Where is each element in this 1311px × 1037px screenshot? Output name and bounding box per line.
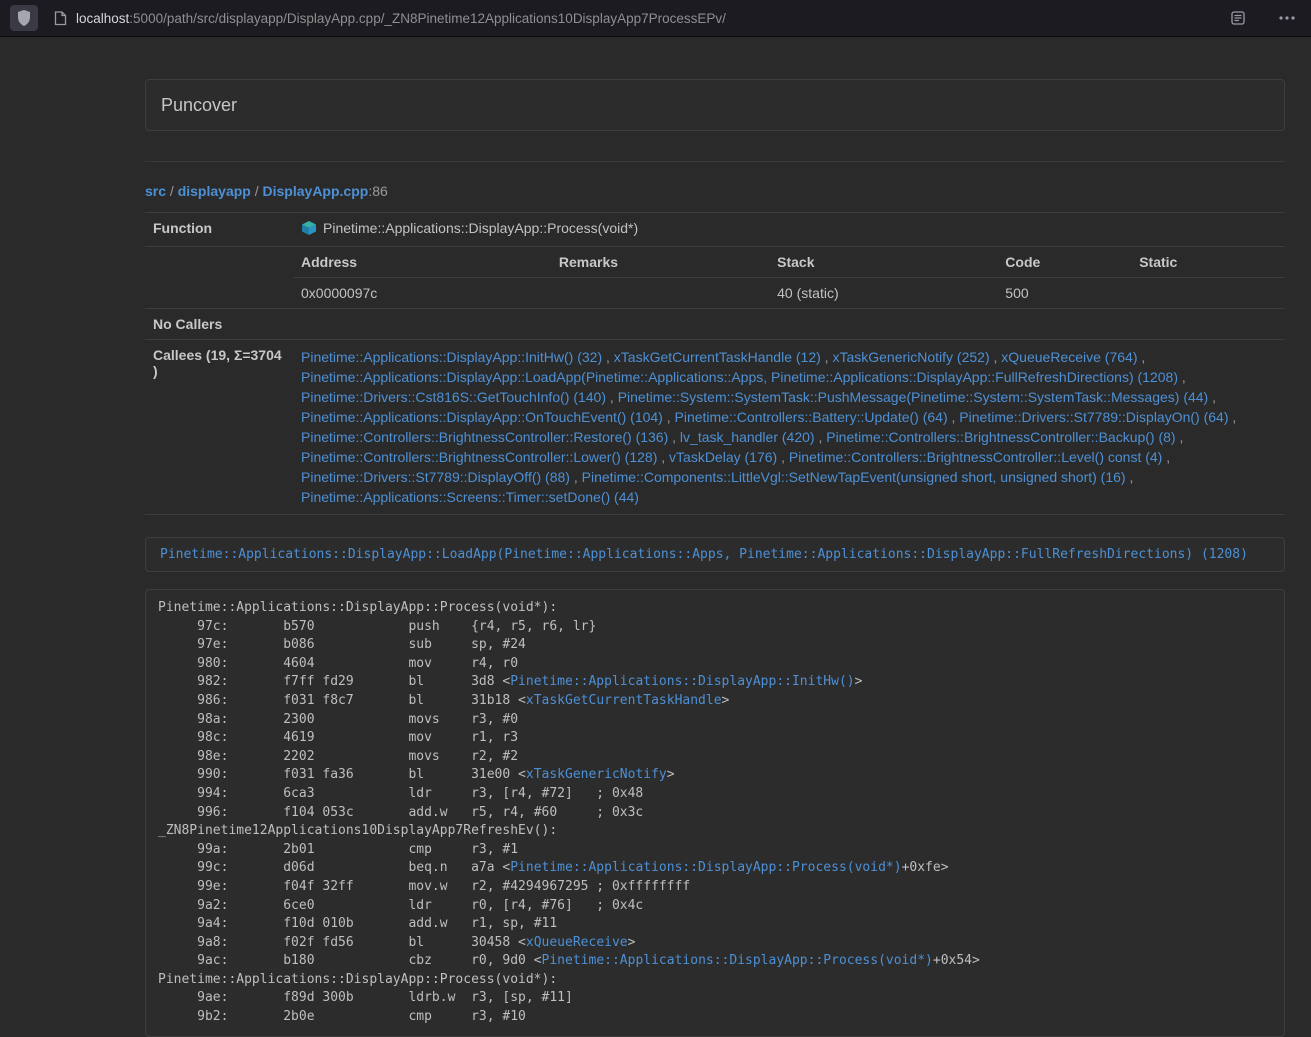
callee-link[interactable]: xTaskGetCurrentTaskHandle (12) — [614, 349, 821, 365]
callee-link[interactable]: Pinetime::Applications::DisplayApp::Init… — [301, 349, 602, 365]
function-table: Function Pinetime::Applications::Display… — [145, 212, 1285, 515]
breadcrumb: src / displayapp / DisplayApp.cpp:86 — [145, 183, 1285, 199]
callee-link[interactable]: Pinetime::Drivers::St7789::DisplayOn() (… — [959, 409, 1228, 425]
callee-separator: , — [1126, 469, 1134, 485]
code-symbol-link[interactable]: xQueueReceive — [526, 935, 628, 950]
callee-separator: , — [821, 349, 833, 365]
no-callers-cell — [293, 309, 1285, 340]
url-bar[interactable]: localhost:5000/path/src/displayapp/Displ… — [46, 4, 1217, 32]
callee-separator: , — [663, 409, 675, 425]
callee-link[interactable]: Pinetime::Controllers::BrightnessControl… — [789, 449, 1162, 465]
stats-value-row: 0x0000097c 40 (static)500 — [293, 278, 1285, 309]
callees-row: Callees (19, Σ=3704 ) Pinetime::Applicat… — [145, 340, 1285, 515]
app-header: Puncover — [145, 79, 1285, 131]
callee-link[interactable]: xTaskGenericNotify (252) — [832, 349, 989, 365]
page-container: Puncover src / displayapp / DisplayApp.c… — [145, 37, 1285, 1037]
panel-function-link[interactable]: Pinetime::Applications::DisplayApp::Load… — [160, 547, 1248, 562]
stats-header-code: Code — [997, 247, 1131, 278]
shield-icon — [17, 10, 31, 26]
callee-link[interactable]: Pinetime::Controllers::BrightnessControl… — [826, 429, 1175, 445]
callee-link[interactable]: Pinetime::Drivers::St7789::DisplayOff() … — [301, 469, 570, 485]
function-row: Function Pinetime::Applications::Display… — [145, 213, 1285, 247]
callee-link[interactable]: Pinetime::Components::LittleVgl::SetNewT… — [582, 469, 1126, 485]
callee-link[interactable]: lv_task_handler (420) — [680, 429, 815, 445]
stats-value-remarks — [551, 278, 769, 309]
callee-separator: , — [606, 389, 618, 405]
callee-separator: , — [1229, 409, 1237, 425]
function-cell: Pinetime::Applications::DisplayApp::Proc… — [293, 213, 1285, 247]
stats-header-static: Static — [1131, 247, 1285, 278]
breadcrumb-separator: / — [166, 183, 178, 199]
callee-separator: , — [1176, 429, 1184, 445]
breadcrumb-separator: / — [251, 183, 263, 199]
callee-separator: , — [777, 449, 789, 465]
no-callers-label: No Callers — [145, 309, 293, 340]
callee-link[interactable]: vTaskDelay (176) — [669, 449, 777, 465]
reader-view-button[interactable] — [1225, 5, 1251, 31]
url-text: localhost:5000/path/src/displayapp/Displ… — [76, 11, 726, 26]
callee-link[interactable]: Pinetime::Drivers::Cst816S::GetTouchInfo… — [301, 389, 606, 405]
code-symbol-link[interactable]: xTaskGenericNotify — [526, 767, 667, 782]
callee-link[interactable]: Pinetime::Controllers::BrightnessControl… — [301, 449, 657, 465]
callee-separator: , — [1178, 369, 1186, 385]
stats-header-remarks: Remarks — [551, 247, 769, 278]
browser-chrome: localhost:5000/path/src/displayapp/Displ… — [0, 0, 1311, 37]
callee-link[interactable]: Pinetime::System::SystemTask::PushMessag… — [618, 389, 1209, 405]
stats-value-static — [1131, 278, 1285, 309]
stats-cell: AddressRemarksStackCodeStatic 0x0000097c… — [293, 247, 1285, 309]
url-path: :5000/path/src/displayapp/DisplayApp.cpp… — [129, 11, 726, 26]
callee-link[interactable]: Pinetime::Controllers::BrightnessControl… — [301, 429, 668, 445]
callee-separator: , — [1162, 449, 1170, 465]
breadcrumb-link-displayapp[interactable]: displayapp — [178, 183, 251, 199]
callees-cell: Pinetime::Applications::DisplayApp::Init… — [293, 340, 1285, 515]
tracking-shield-icon[interactable] — [10, 5, 38, 31]
callee-separator: , — [1137, 349, 1145, 365]
code-symbol-link[interactable]: xTaskGetCurrentTaskHandle — [526, 693, 722, 708]
callee-link[interactable]: Pinetime::Applications::DisplayApp::OnTo… — [301, 409, 663, 425]
breadcrumb-link-displayapp-cpp[interactable]: DisplayApp.cpp — [263, 183, 369, 199]
function-name: Pinetime::Applications::DisplayApp::Proc… — [323, 220, 638, 236]
stats-value-address: 0x0000097c — [293, 278, 551, 309]
callee-separator: , — [1208, 389, 1216, 405]
callee-separator: , — [668, 429, 680, 445]
page-icon — [54, 11, 67, 26]
callee-separator: , — [815, 429, 827, 445]
callee-separator: , — [570, 469, 582, 485]
function-label: Function — [145, 213, 293, 247]
callee-separator: , — [990, 349, 1002, 365]
no-callers-row: No Callers — [145, 309, 1285, 340]
stats-row-wrapper: AddressRemarksStackCodeStatic 0x0000097c… — [145, 247, 1285, 309]
callees-label: Callees (19, Σ=3704 ) — [145, 340, 293, 515]
meatball-menu-icon — [1279, 16, 1295, 20]
callee-link[interactable]: xQueueReceive (764) — [1001, 349, 1137, 365]
callee-link[interactable]: Pinetime::Controllers::Battery::Update()… — [675, 409, 948, 425]
callee-link[interactable]: Pinetime::Applications::DisplayApp::Load… — [301, 369, 1178, 385]
disassembly-code-block: Pinetime::Applications::DisplayApp::Proc… — [145, 589, 1285, 1037]
stats-value-code: 500 — [997, 278, 1131, 309]
function-icon — [301, 220, 317, 239]
overflow-menu-button[interactable] — [1273, 5, 1301, 31]
url-host: localhost — [76, 11, 129, 26]
stats-table: AddressRemarksStackCodeStatic 0x0000097c… — [293, 247, 1285, 308]
reader-view-icon — [1231, 11, 1245, 25]
callee-separator: , — [657, 449, 669, 465]
stats-header-stack: Stack — [769, 247, 997, 278]
stats-header-row: AddressRemarksStackCodeStatic — [293, 247, 1285, 278]
stats-row-label — [145, 247, 293, 309]
stats-value-stack: 40 (static) — [769, 278, 997, 309]
code-symbol-link[interactable]: Pinetime::Applications::DisplayApp::Proc… — [510, 860, 901, 875]
breadcrumb-link-src[interactable]: src — [145, 183, 166, 199]
stats-header-address: Address — [293, 247, 551, 278]
highlighted-callee-panel: Pinetime::Applications::DisplayApp::Load… — [145, 537, 1285, 572]
divider — [145, 161, 1285, 162]
callee-separator: , — [602, 349, 614, 365]
callee-separator: , — [948, 409, 960, 425]
code-symbol-link[interactable]: Pinetime::Applications::DisplayApp::Proc… — [542, 953, 933, 968]
callee-link[interactable]: Pinetime::Applications::Screens::Timer::… — [301, 489, 639, 505]
breadcrumb-line-number: :86 — [368, 183, 387, 199]
app-title: Puncover — [161, 95, 237, 116]
code-symbol-link[interactable]: Pinetime::Applications::DisplayApp::Init… — [510, 674, 854, 689]
